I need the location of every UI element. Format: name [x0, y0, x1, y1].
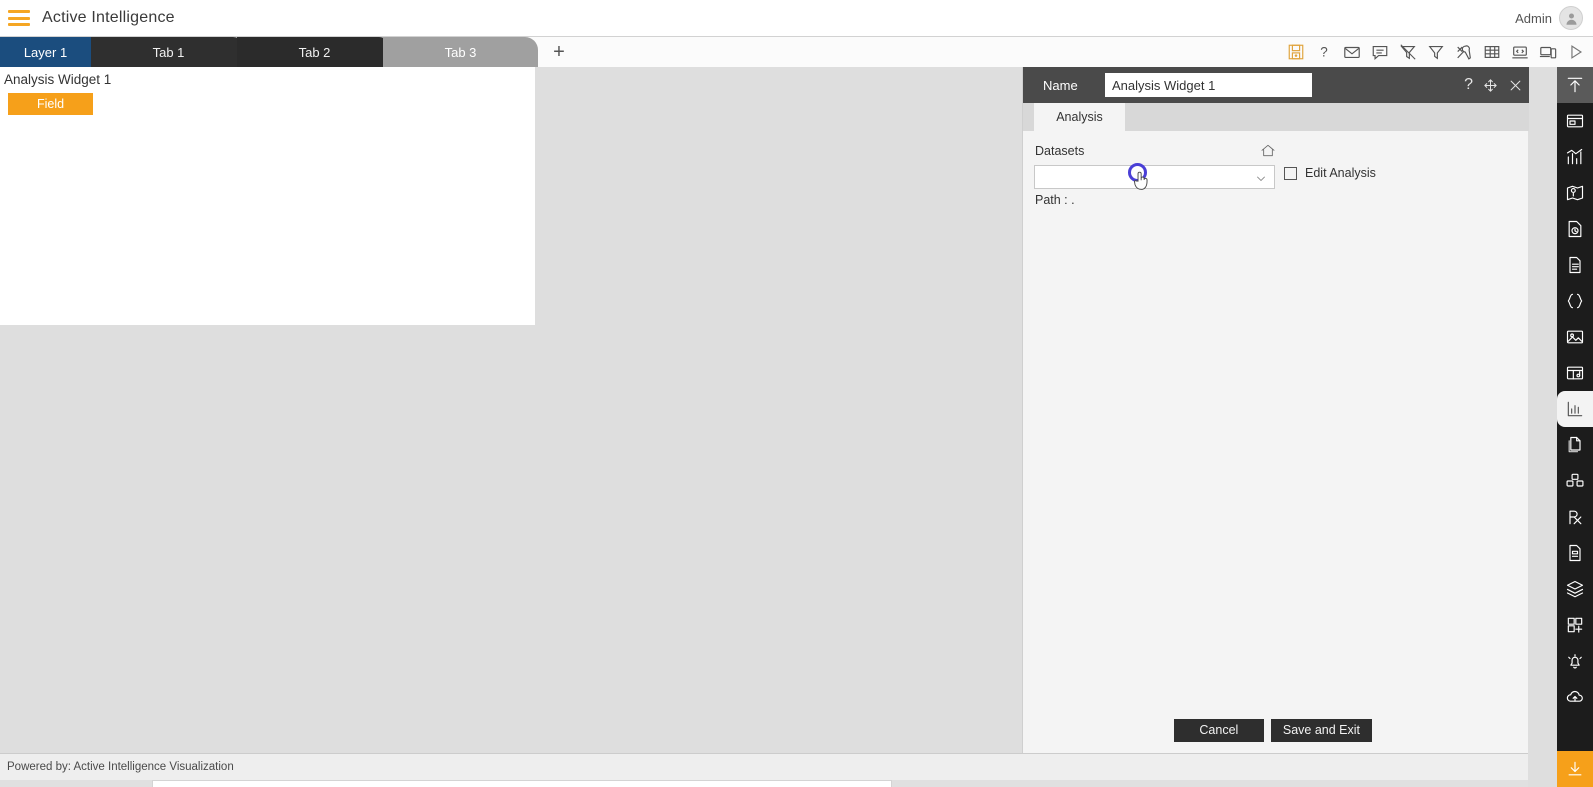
table-grid-icon[interactable]	[1483, 43, 1501, 61]
analysis-widget-dialog: Name ? Analysis Datasets	[1022, 67, 1529, 753]
rail-code-braces-icon[interactable]	[1557, 283, 1593, 319]
tab-1[interactable]: Tab 1	[91, 37, 246, 67]
add-tab-button[interactable]: +	[544, 37, 574, 67]
rail-add-widget-icon[interactable]	[1557, 607, 1593, 643]
code-laptop-icon[interactable]	[1511, 43, 1529, 61]
tab-analysis[interactable]: Analysis	[1034, 103, 1125, 131]
move-arrows-icon[interactable]	[1483, 78, 1498, 93]
clear-filter-icon[interactable]	[1399, 43, 1417, 61]
dialog-footer: Cancel Save and Exit	[1023, 707, 1529, 753]
dialog-tab-strip: Analysis	[1023, 103, 1529, 131]
tab-layer-1[interactable]: Layer 1	[0, 37, 91, 67]
rail-document-icon[interactable]	[1557, 247, 1593, 283]
top-bar-right: Admin	[1515, 6, 1583, 30]
tab-2[interactable]: Tab 2	[237, 37, 392, 67]
field-chip[interactable]: Field	[8, 93, 93, 115]
tab-3-label: Tab 3	[444, 44, 477, 60]
path-label: Path : .	[1035, 193, 1075, 207]
help-question-icon[interactable]: ?	[1315, 43, 1333, 61]
hamburger-icon[interactable]	[8, 10, 30, 26]
edit-analysis-label: Edit Analysis	[1305, 166, 1376, 180]
tab-3[interactable]: Tab 3	[383, 37, 538, 67]
top-bar: Active Intelligence Admin	[0, 0, 1593, 37]
right-icon-rail	[1557, 67, 1593, 787]
devices-responsive-icon[interactable]	[1539, 43, 1557, 61]
tab-2-label: Tab 2	[298, 44, 331, 60]
dialog-header: Name ?	[1023, 67, 1529, 103]
datasets-label: Datasets	[1035, 144, 1085, 158]
tab-analysis-label: Analysis	[1056, 110, 1103, 124]
footer-powered-by: Powered by: Active Intelligence Visualiz…	[7, 761, 234, 773]
widget-title: Analysis Widget 1	[4, 72, 112, 87]
help-question-icon[interactable]: ?	[1464, 77, 1473, 93]
rail-analysis-chart-icon[interactable]	[1557, 391, 1593, 427]
mail-envelope-icon[interactable]	[1343, 43, 1361, 61]
rail-alert-bell-icon[interactable]	[1557, 643, 1593, 679]
widget-canvas[interactable]: Analysis Widget 1 Field	[0, 67, 535, 325]
rail-map-location-icon[interactable]	[1557, 175, 1593, 211]
app-brand-title: Active Intelligence	[42, 9, 175, 26]
rail-widget-panel-icon[interactable]	[1557, 103, 1593, 139]
datasets-select[interactable]	[1034, 165, 1275, 189]
chevron-down-icon[interactable]	[1255, 172, 1267, 184]
rail-cubes-icon[interactable]	[1557, 463, 1593, 499]
rail-collapse-up-icon[interactable]	[1557, 67, 1593, 103]
widget-name-input[interactable]	[1105, 73, 1312, 97]
tools-wrench-icon[interactable]	[1455, 43, 1473, 61]
rail-download-icon[interactable]	[1557, 751, 1593, 787]
user-avatar-icon[interactable]	[1559, 6, 1583, 30]
user-label: Admin	[1515, 10, 1552, 26]
footer-bar: Powered by: Active Intelligence Visualiz…	[0, 753, 1528, 787]
dialog-header-tools: ?	[1464, 77, 1529, 93]
horizontal-scrollbar-thumb[interactable]	[152, 780, 892, 787]
save-and-exit-button[interactable]: Save and Exit	[1270, 718, 1372, 742]
comment-bubble-icon[interactable]	[1371, 43, 1389, 61]
horizontal-scrollbar[interactable]	[0, 780, 1528, 787]
rail-cloud-upload-icon[interactable]	[1557, 679, 1593, 715]
close-x-icon[interactable]	[1508, 78, 1523, 93]
edit-analysis-checkbox[interactable]: Edit Analysis	[1284, 166, 1376, 180]
rail-document-list-icon[interactable]	[1557, 535, 1593, 571]
rail-chart-bar-icon[interactable]	[1557, 139, 1593, 175]
home-icon[interactable]	[1260, 143, 1276, 164]
rail-prescription-rx-icon[interactable]	[1557, 499, 1593, 535]
tab-layer-label: Layer 1	[23, 44, 68, 60]
rail-image-icon[interactable]	[1557, 319, 1593, 355]
rail-media-grid-icon[interactable]	[1557, 355, 1593, 391]
toolbar-icons: ?	[1287, 37, 1593, 67]
play-run-icon[interactable]	[1567, 43, 1585, 61]
dialog-body: Datasets Edit Analysis Path : .	[1023, 131, 1529, 753]
rail-copy-pages-icon[interactable]	[1557, 427, 1593, 463]
svg-text:?: ?	[1320, 45, 1328, 60]
cancel-button[interactable]: Cancel	[1173, 718, 1264, 742]
tab-1-label: Tab 1	[152, 44, 185, 60]
rail-report-clock-icon[interactable]	[1557, 211, 1593, 247]
application-root: Active Intelligence Admin Layer 1 Tab 1 …	[0, 0, 1593, 787]
rail-layers-icon[interactable]	[1557, 571, 1593, 607]
save-disk-icon[interactable]	[1287, 43, 1305, 61]
dialog-name-label: Name	[1043, 77, 1078, 93]
tab-strip: Layer 1 Tab 1 Tab 2 Tab 3 + ?	[0, 37, 1593, 67]
edit-analysis-checkbox-box[interactable]	[1284, 166, 1297, 180]
filter-funnel-icon[interactable]	[1427, 43, 1445, 61]
